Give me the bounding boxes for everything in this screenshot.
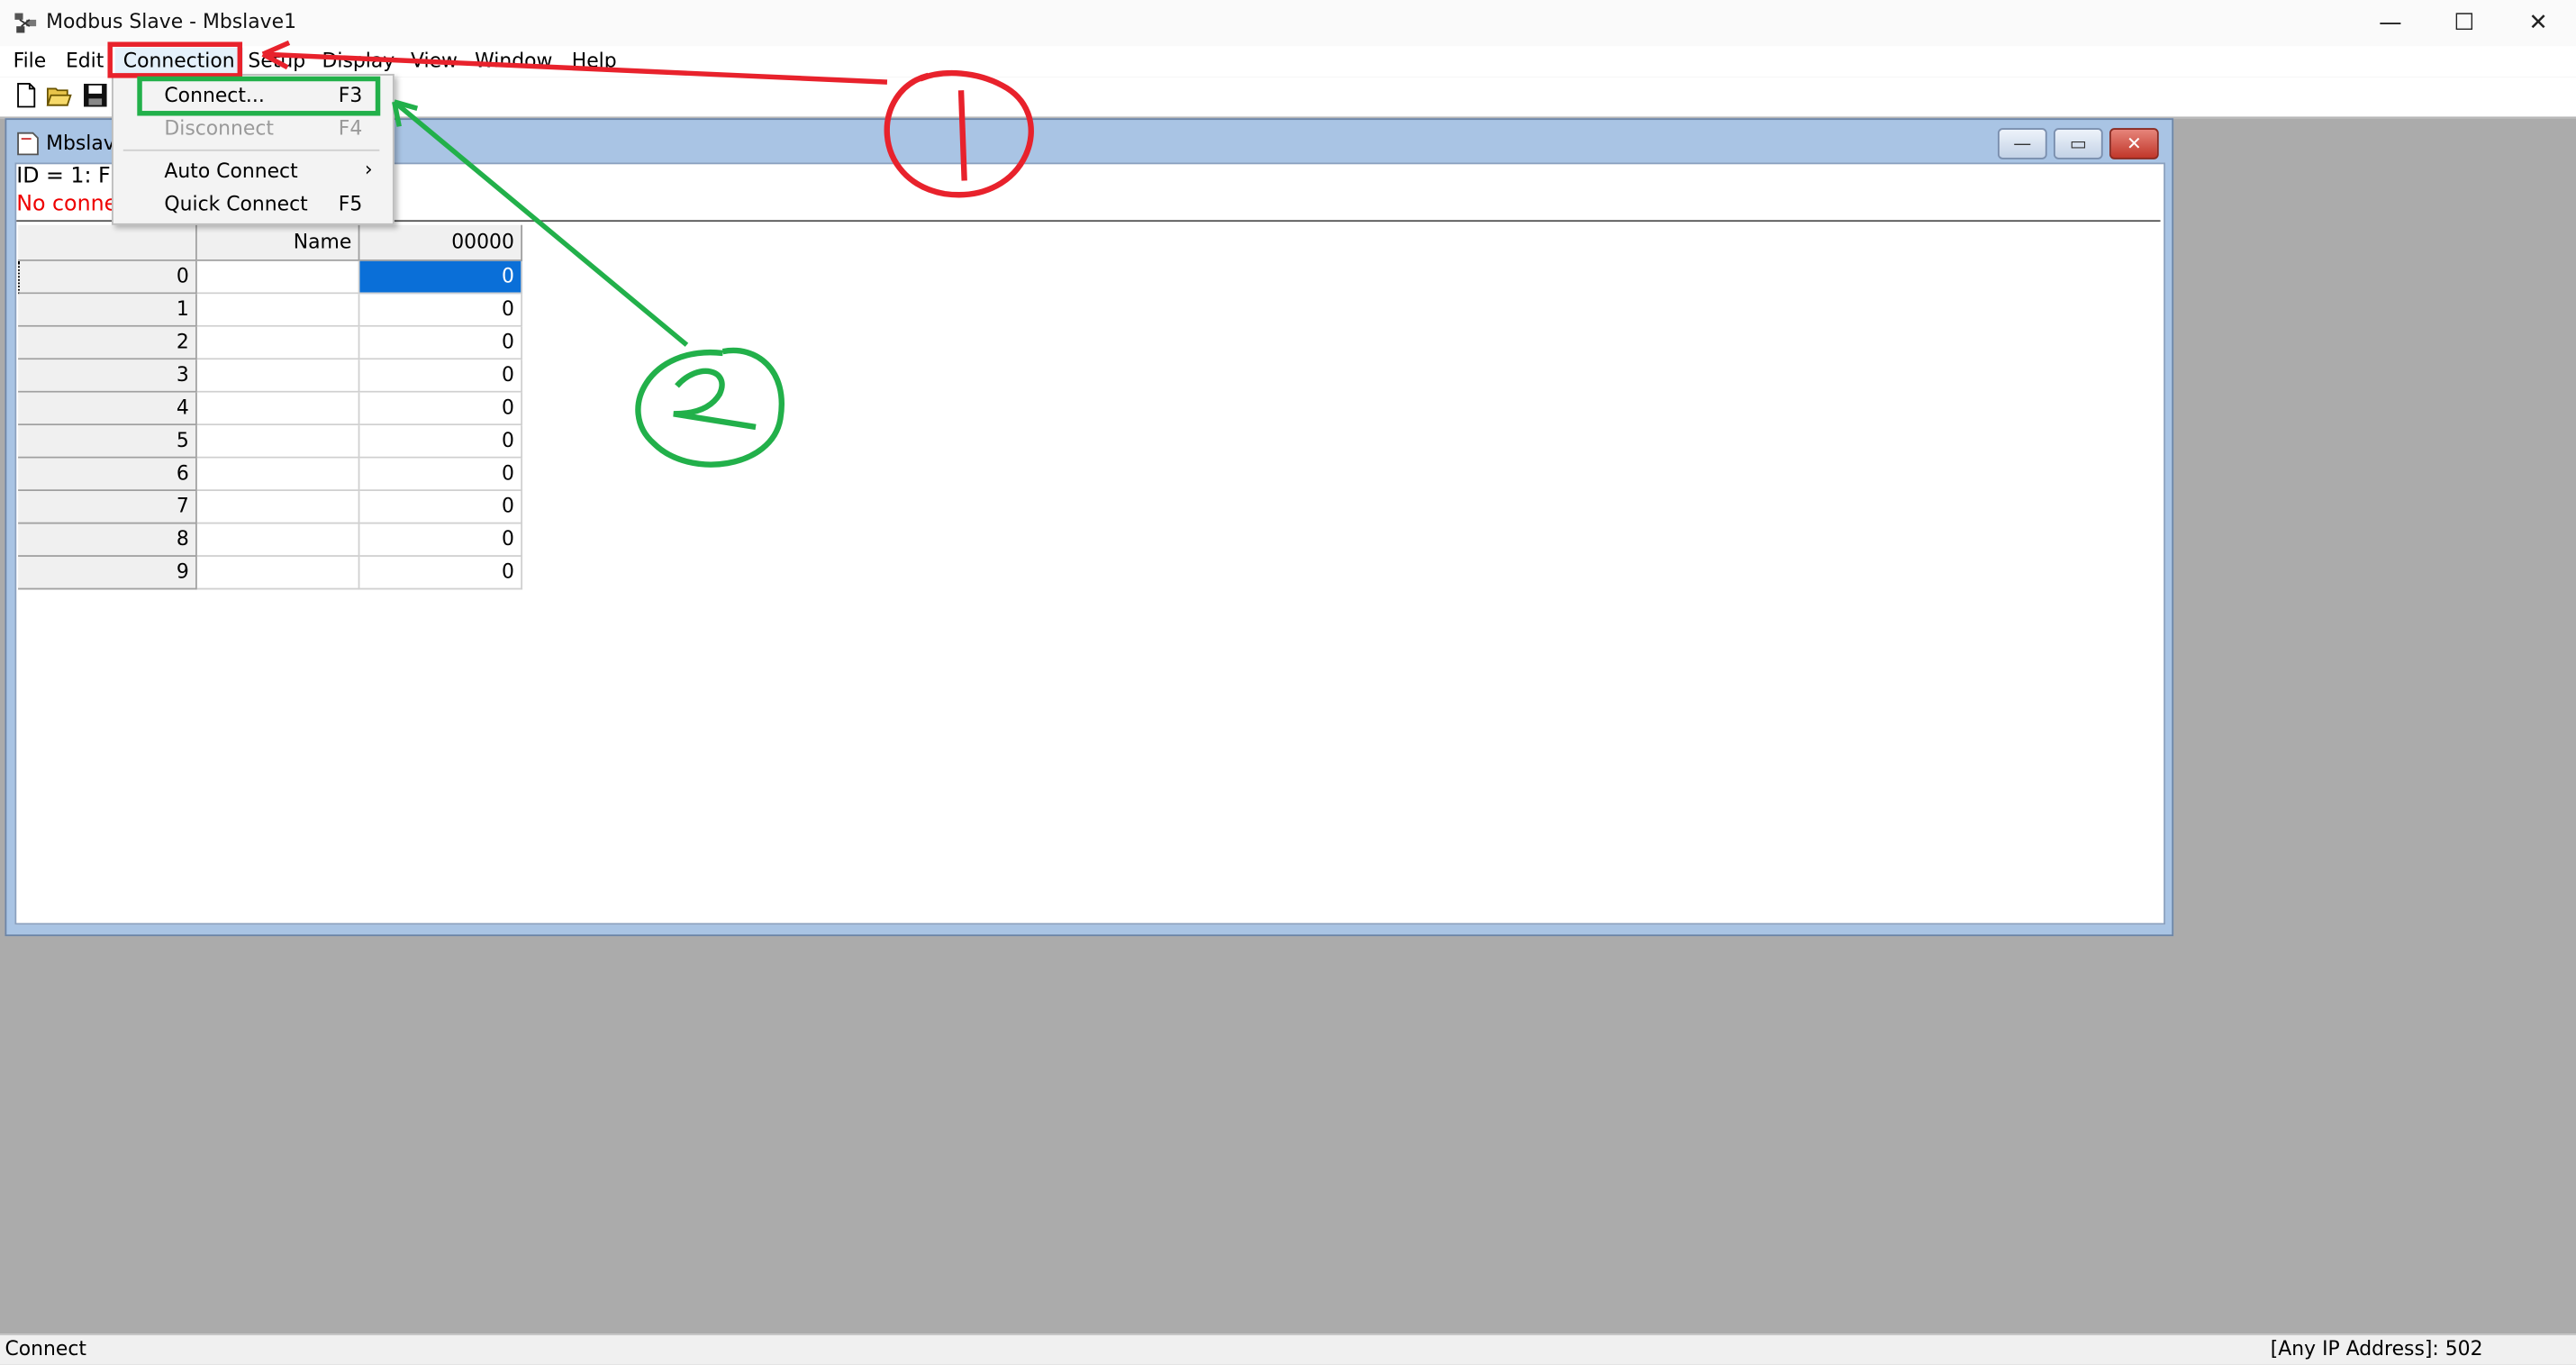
app-icon [14, 13, 37, 33]
shortcut-connect: F3 [338, 83, 363, 107]
row-index[interactable]: 6 [18, 458, 197, 492]
row-value-cell[interactable]: 0 [359, 359, 523, 393]
row-name-cell[interactable] [196, 359, 360, 393]
row-value-cell[interactable]: 0 [359, 458, 523, 492]
menu-separator [122, 149, 380, 151]
row-index[interactable]: 4 [18, 392, 197, 426]
row-name-cell[interactable] [196, 491, 360, 524]
table-corner-header [18, 224, 197, 261]
window-title: Modbus Slave - Mbslave1 [46, 9, 297, 33]
menu-item-disconnect: Disconnect [164, 116, 275, 140]
row-name-cell[interactable] [196, 326, 360, 360]
row-index[interactable]: 9 [18, 556, 197, 590]
menu-display[interactable]: Display [313, 48, 403, 76]
menu-help[interactable]: Help [564, 48, 625, 76]
maximize-button[interactable]: ☐ [2426, 0, 2502, 46]
row-index[interactable]: 1 [18, 294, 197, 327]
menu-view[interactable]: View [403, 48, 466, 76]
address-column-header[interactable]: 00000 [359, 224, 523, 261]
shortcut-disconnect: F4 [338, 116, 363, 140]
status-bar [0, 1333, 2576, 1365]
menu-window[interactable]: Window [467, 48, 561, 76]
row-name-cell[interactable] [196, 458, 360, 492]
menu-connection[interactable]: Connection [114, 47, 243, 76]
row-value-cell[interactable]: 0 [359, 556, 523, 590]
row-value-cell[interactable]: 0 [359, 491, 523, 524]
row-index[interactable]: 5 [18, 425, 197, 459]
row-value-cell[interactable]: 0 [359, 294, 523, 327]
row-index[interactable]: 3 [18, 359, 197, 393]
menu-item-connect[interactable]: Connect... [164, 84, 264, 107]
save-icon[interactable] [82, 82, 108, 108]
child-close-button[interactable]: ✕ [2109, 128, 2159, 159]
menu-edit[interactable]: Edit [58, 48, 113, 76]
row-name-cell[interactable] [196, 556, 360, 590]
row-name-cell[interactable] [196, 523, 360, 557]
row-value-cell[interactable]: 0 [359, 326, 523, 360]
row-name-cell[interactable] [196, 425, 360, 459]
row-index[interactable]: 7 [18, 491, 197, 524]
row-index[interactable]: 0 [18, 260, 197, 295]
submenu-arrow-icon: › [364, 157, 373, 181]
row-name-cell[interactable] [196, 392, 360, 426]
menu-item-quick-connect[interactable]: Quick Connect [164, 192, 307, 215]
status-ip-port: [Any IP Address]: 502 [2270, 1336, 2483, 1360]
title-bar [0, 0, 2576, 48]
row-index[interactable]: 2 [18, 326, 197, 360]
row-value-cell[interactable]: 0 [359, 523, 523, 557]
row-value-cell[interactable]: 0 [359, 260, 523, 295]
child-window-title: Mbslav [46, 131, 115, 155]
shortcut-quick-connect: F5 [338, 192, 363, 215]
status-text: Connect [5, 1336, 86, 1360]
close-button[interactable]: ✕ [2500, 0, 2576, 46]
row-name-cell[interactable] [196, 260, 360, 295]
menu-setup[interactable]: Setup [240, 48, 313, 76]
row-name-cell[interactable] [196, 294, 360, 327]
name-column-header[interactable]: Name [196, 224, 360, 261]
row-value-cell[interactable]: 0 [359, 425, 523, 459]
minimize-button[interactable]: — [2353, 0, 2428, 46]
row-index[interactable]: 8 [18, 523, 197, 557]
child-minimize-button[interactable]: — [1997, 128, 2047, 159]
slave-id-line: ID = 1: F [16, 164, 111, 189]
child-restore-button[interactable]: ▭ [2054, 128, 2103, 159]
connection-status: No conne [16, 192, 118, 217]
menu-file[interactable]: File [5, 48, 54, 76]
open-folder-icon[interactable] [46, 82, 72, 108]
new-file-icon[interactable] [14, 82, 40, 108]
document-icon [17, 132, 39, 156]
row-value-cell[interactable]: 0 [359, 392, 523, 426]
menu-item-auto-connect[interactable]: Auto Connect [164, 159, 297, 183]
